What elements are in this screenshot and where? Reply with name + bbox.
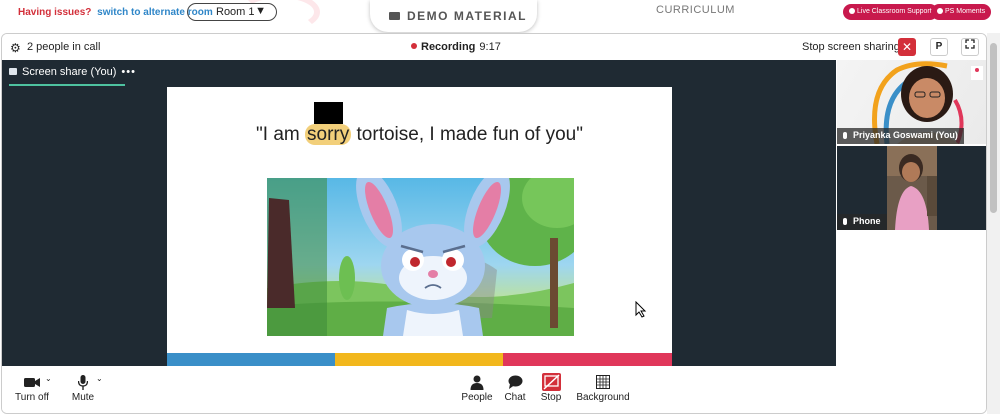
slide-color-bars [167, 353, 672, 366]
chat-bubble-icon [508, 375, 522, 389]
person-icon [470, 375, 484, 390]
issues-text: Having issues? [18, 7, 92, 18]
fullscreen-button[interactable] [961, 38, 979, 56]
expand-icon [965, 39, 975, 49]
folder-icon [389, 12, 400, 20]
participant-tile[interactable]: Priyanka Goswami (You) [837, 60, 986, 144]
stop-sharing-button[interactable]: ✕ [898, 38, 916, 56]
monitor-icon [9, 68, 17, 75]
mic-options-chevron-icon[interactable]: ⌄ [96, 374, 103, 383]
stop-share-icon [541, 373, 561, 391]
background-icon [596, 375, 610, 389]
people-button[interactable]: People [459, 372, 495, 403]
screen-share-stage: Screen share (You) ••• "I am sorry tortoi… [2, 60, 836, 366]
background-button[interactable]: Background [575, 372, 631, 403]
participant-label: Phone [837, 214, 887, 230]
curriculum-tab[interactable]: CURRICULUM [656, 4, 735, 16]
recording-dot-icon [411, 43, 417, 49]
shared-slide: "I am sorry tortoise, I made fun of you" [167, 87, 672, 366]
gear-icon[interactable]: ⚙ [10, 41, 21, 55]
top-bar: Having issues? switch to alternate room … [0, 0, 1000, 33]
recording-label: Recording [421, 41, 476, 53]
ps-moments-button[interactable]: PS Moments [931, 4, 992, 20]
stop-share-button[interactable]: Stop [537, 372, 565, 403]
moments-icon [937, 8, 943, 14]
screen-share-tab[interactable]: Screen share (You) ••• [9, 66, 136, 84]
mute-button[interactable]: Mute [67, 372, 99, 403]
people-count: 2 people in call [27, 41, 101, 53]
stop-label: Stop [540, 392, 562, 403]
more-options-icon[interactable]: ••• [121, 66, 136, 78]
color-bar-blue [167, 353, 335, 366]
scrollbar-thumb[interactable] [990, 43, 997, 213]
caret-down-icon: ▼ [255, 5, 266, 17]
mic-icon [843, 218, 847, 225]
room-select-value: Room 1 [216, 6, 255, 18]
page-scrollbar[interactable] [987, 33, 1000, 414]
color-bar-yellow [335, 353, 503, 366]
camera-label: Turn off [15, 392, 49, 403]
room-select[interactable]: Room 1 ▼ [187, 3, 277, 21]
ps-moments-label: PS Moments [945, 8, 986, 15]
close-icon: ✕ [901, 40, 913, 54]
recording-status: Recording 9:17 [411, 41, 501, 53]
stop-sharing-label: Stop screen sharing [802, 41, 900, 53]
participant-name: Priyanka Goswami (You) [853, 130, 958, 140]
mouse-cursor-icon [635, 301, 647, 318]
microphone-icon [78, 374, 88, 390]
redaction-box [314, 102, 343, 124]
participant-name: Phone [853, 216, 881, 226]
mute-label: Mute [71, 392, 95, 403]
camera-icon [24, 378, 40, 387]
participant-tile[interactable]: Phone [837, 146, 986, 230]
recording-time: 9:17 [479, 41, 501, 53]
screen-share-label: Screen share (You) [22, 66, 117, 78]
participant-panel: Priyanka Goswami (You) Phone [836, 60, 986, 366]
background-label: Background [576, 392, 630, 403]
caption-after: tortoise, I made fun of you" [351, 124, 583, 145]
people-label: People [461, 392, 493, 403]
demo-material-tab[interactable]: DEMO MATERIAL [370, 0, 537, 32]
chat-button[interactable]: Chat [502, 372, 528, 403]
caption-highlight: sorry [305, 124, 352, 145]
call-header: ⚙ 2 people in call Recording 9:17 Stop sc… [2, 34, 986, 60]
live-support-button[interactable]: Live Classroom Support [843, 4, 938, 20]
issues-notice: Having issues? switch to alternate room [18, 7, 213, 18]
camera-options-chevron-icon[interactable]: ⌄ [45, 374, 52, 383]
call-window: ⚙ 2 people in call Recording 9:17 Stop sc… [1, 33, 987, 414]
live-support-label: Live Classroom Support [857, 8, 932, 15]
rabbit-illustration [267, 178, 574, 336]
mic-icon [843, 132, 847, 139]
color-bar-red [503, 353, 672, 366]
call-controls: Turn off ⌄ Mute ⌄ People Chat Stop Backg… [2, 366, 986, 413]
slide-caption: "I am sorry tortoise, I made fun of you" [167, 124, 672, 146]
support-icon [849, 8, 855, 14]
active-tab-indicator [9, 84, 125, 86]
participant-label: Priyanka Goswami (You) [837, 128, 964, 144]
demo-material-label: DEMO MATERIAL [407, 9, 527, 23]
p-button[interactable]: P [930, 38, 948, 56]
chat-label: Chat [504, 392, 526, 403]
caption-before: "I am [256, 124, 306, 145]
